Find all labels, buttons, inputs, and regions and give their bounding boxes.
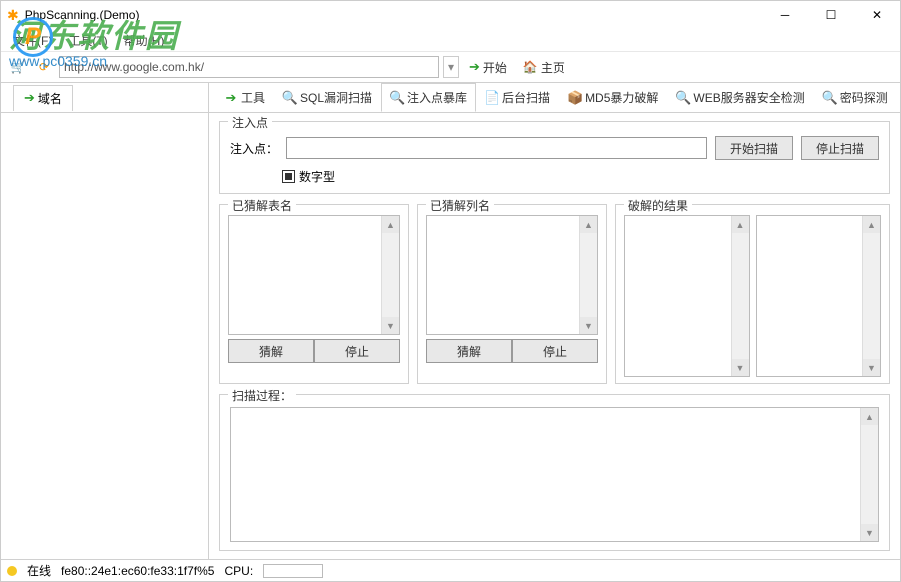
titlebar: ✱ PhpScanning.(Demo) ─ ☐ ✕ [1,1,900,29]
home-icon: 🏠 [523,60,538,74]
scroll-up-icon[interactable]: ▲ [382,216,399,233]
process-legend: 扫描过程： [228,387,296,404]
arrow-icon: ➔ [24,90,35,106]
url-input[interactable] [59,56,439,78]
columns-group: 已猜解列名 ▲ ▼ 猜解 停止 [417,204,607,384]
tables-list[interactable]: ▲ ▼ [228,215,400,335]
toolbar: 🛒 ⟳ ▾ ➔ 开始 🏠 主页 [1,51,900,83]
injection-legend: 注入点 [228,114,272,131]
results-legend: 破解的结果 [624,197,692,214]
tab-content: 注入点 注入点： 开始扫描 停止扫描 数字型 已猜解表名 [209,113,900,559]
left-panel: ➔ 域名 [1,83,209,559]
tab-password[interactable]: 🔍密码探测 [814,83,897,112]
start-button[interactable]: ➔ 开始 [463,57,513,78]
status-online: 在线 [27,562,51,579]
left-tabbar: ➔ 域名 [1,83,208,113]
menu-tools[interactable]: 工具(T) [62,30,113,51]
tables-guess-button[interactable]: 猜解 [228,339,314,363]
menubar: 文件(F) 工具(T) 帮助(H) [1,29,900,51]
tab-injection[interactable]: 🔍注入点暴库 [381,83,476,112]
tables-legend: 已猜解表名 [228,197,296,214]
numeric-label: 数字型 [299,168,335,185]
scroll-down-icon[interactable]: ▼ [732,359,749,376]
scroll-down-icon[interactable]: ▼ [580,317,597,334]
tab-webserver[interactable]: 🔍WEB服务器安全检测 [667,83,813,112]
tables-stop-button[interactable]: 停止 [314,339,400,363]
injection-fieldset: 注入点 注入点： 开始扫描 停止扫描 数字型 [219,121,890,194]
right-panel: ➔工具 🔍SQL漏洞扫描 🔍注入点暴库 📄后台扫描 📦MD5暴力破解 🔍WEB服… [209,83,900,559]
magnify-icon: 🔍 [676,91,690,105]
columns-list[interactable]: ▲ ▼ [426,215,598,335]
crack-columns: 已猜解表名 ▲ ▼ 猜解 停止 已猜解列名 [219,204,890,384]
injection-input[interactable] [286,137,707,159]
window-controls: ─ ☐ ✕ [762,1,900,29]
results-list-a[interactable]: ▲ ▼ [624,215,750,377]
url-dropdown-icon[interactable]: ▾ [443,56,459,78]
statusbar: 在线 fe80::24e1:ec60:fe33:1f7f%5 CPU: [1,559,900,581]
tab-md5[interactable]: 📦MD5暴力破解 [559,83,667,112]
refresh-icon[interactable]: ⟳ [33,56,55,78]
scroll-down-icon[interactable]: ▼ [863,359,880,376]
stop-scan-button[interactable]: 停止扫描 [801,136,879,160]
menu-file[interactable]: 文件(F) [7,30,58,51]
tab-tool[interactable]: ➔工具 [215,83,274,112]
arrow-icon: ➔ [224,91,238,105]
process-fieldset: 扫描过程： ▲ ▼ [219,394,890,551]
results-list-b[interactable]: ▲ ▼ [756,215,882,377]
columns-guess-button[interactable]: 猜解 [426,339,512,363]
cart-icon[interactable]: 🛒 [7,56,29,78]
start-scan-button[interactable]: 开始扫描 [715,136,793,160]
menu-help[interactable]: 帮助(H) [118,30,171,51]
tab-injection-label: 注入点暴库 [407,89,467,106]
numeric-checkbox[interactable] [282,170,295,183]
main-body: ➔ 域名 ➔工具 🔍SQL漏洞扫描 🔍注入点暴库 📄后台扫描 📦MD5暴力破解 … [1,83,900,559]
scroll-up-icon[interactable]: ▲ [863,216,880,233]
results-group: 破解的结果 ▲ ▼ ▲ ▼ [615,204,890,384]
cpu-progress [263,564,323,578]
home-button[interactable]: 🏠 主页 [517,57,571,78]
tab-tool-label: 工具 [241,89,265,106]
app-icon: ✱ [7,7,19,24]
minimize-button[interactable]: ─ [762,1,808,29]
home-label: 主页 [541,59,565,76]
injection-label: 注入点： [230,140,278,157]
close-button[interactable]: ✕ [854,1,900,29]
tab-password-label: 密码探测 [840,89,888,106]
domain-list[interactable] [1,113,208,559]
box-icon: 📦 [568,91,582,105]
columns-fieldset: 已猜解列名 ▲ ▼ 猜解 停止 [417,204,607,384]
tab-md5-label: MD5暴力破解 [585,89,658,106]
scroll-down-icon[interactable]: ▼ [382,317,399,334]
scroll-down-icon[interactable]: ▼ [861,524,878,541]
tables-fieldset: 已猜解表名 ▲ ▼ 猜解 停止 [219,204,409,384]
scroll-up-icon[interactable]: ▲ [580,216,597,233]
magnify-icon: 🔍 [390,91,404,105]
domain-tab-label: 域名 [38,90,62,107]
play-icon: ➔ [469,59,480,75]
start-label: 开始 [483,59,507,76]
tab-backend[interactable]: 📄后台扫描 [476,83,559,112]
scroll-up-icon[interactable]: ▲ [732,216,749,233]
tab-backend-label: 后台扫描 [502,89,550,106]
doc-icon: 📄 [485,91,499,105]
domain-tab[interactable]: ➔ 域名 [13,85,73,111]
maximize-button[interactable]: ☐ [808,1,854,29]
scroll-up-icon[interactable]: ▲ [861,408,878,425]
tab-sql[interactable]: 🔍SQL漏洞扫描 [274,83,381,112]
columns-stop-button[interactable]: 停止 [512,339,598,363]
window-title: PhpScanning.(Demo) [25,8,140,22]
tab-webserver-label: WEB服务器安全检测 [693,89,804,106]
tabbar: ➔工具 🔍SQL漏洞扫描 🔍注入点暴库 📄后台扫描 📦MD5暴力破解 🔍WEB服… [209,83,900,113]
magnify-icon: 🔍 [823,91,837,105]
status-ip: fe80::24e1:ec60:fe33:1f7f%5 [61,564,214,578]
status-cpu: CPU: [224,564,253,578]
tab-sql-label: SQL漏洞扫描 [300,89,372,106]
status-dot-icon [7,566,17,576]
magnify-icon: 🔍 [283,91,297,105]
columns-legend: 已猜解列名 [426,197,494,214]
process-output[interactable]: ▲ ▼ [230,407,879,542]
results-fieldset: 破解的结果 ▲ ▼ ▲ ▼ [615,204,890,384]
tables-group: 已猜解表名 ▲ ▼ 猜解 停止 [219,204,409,384]
